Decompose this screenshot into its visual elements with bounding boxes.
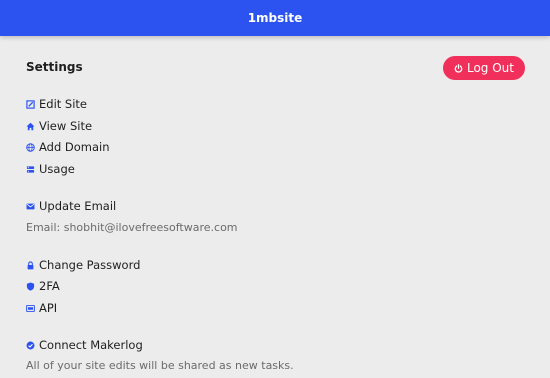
globe-icon bbox=[26, 142, 35, 152]
menu-item-label: API bbox=[39, 301, 58, 315]
logout-label: Log Out bbox=[466, 61, 514, 75]
menu-item-api[interactable]: API bbox=[26, 300, 57, 316]
home-icon bbox=[26, 122, 35, 131]
shield-icon bbox=[26, 282, 35, 291]
site-brand[interactable]: 1mbsite bbox=[248, 11, 303, 25]
edit-icon bbox=[26, 99, 35, 109]
usage-icon bbox=[26, 165, 35, 174]
current-email-text: Email: shobhit@ilovefreesoftware.com bbox=[26, 221, 238, 234]
menu-item-view-site[interactable]: View Site bbox=[26, 118, 92, 134]
top-bar: 1mbsite bbox=[0, 0, 550, 36]
api-icon bbox=[26, 304, 35, 313]
menu-item-label: Usage bbox=[39, 162, 75, 176]
menu-item-label: View Site bbox=[39, 119, 93, 133]
page-title: Settings bbox=[26, 60, 83, 74]
connect-makerlog-label: Connect Makerlog bbox=[39, 338, 143, 352]
logout-button[interactable]: Log Out bbox=[443, 56, 525, 80]
lock-icon bbox=[26, 260, 35, 270]
power-icon bbox=[454, 63, 463, 73]
menu-item-change-password[interactable]: Change Password bbox=[26, 257, 140, 273]
makerlog-description: All of your site edits will be shared as… bbox=[26, 359, 294, 372]
update-email-link[interactable]: Update Email bbox=[26, 198, 116, 214]
update-email-label: Update Email bbox=[39, 199, 117, 213]
menu-item-add-domain[interactable]: Add Domain bbox=[26, 139, 110, 155]
menu-item-edit-site[interactable]: Edit Site bbox=[26, 96, 87, 112]
menu-item-label: 2FA bbox=[39, 279, 60, 293]
menu-item-label: Add Domain bbox=[39, 140, 110, 154]
check-circle-icon bbox=[26, 341, 35, 350]
mail-icon bbox=[26, 202, 35, 211]
menu-item-2fa[interactable]: 2FA bbox=[26, 278, 60, 294]
menu-item-usage[interactable]: Usage bbox=[26, 161, 75, 177]
connect-makerlog-link[interactable]: Connect Makerlog bbox=[26, 337, 143, 353]
menu-item-label: Change Password bbox=[39, 258, 141, 272]
menu-item-label: Edit Site bbox=[39, 97, 88, 111]
